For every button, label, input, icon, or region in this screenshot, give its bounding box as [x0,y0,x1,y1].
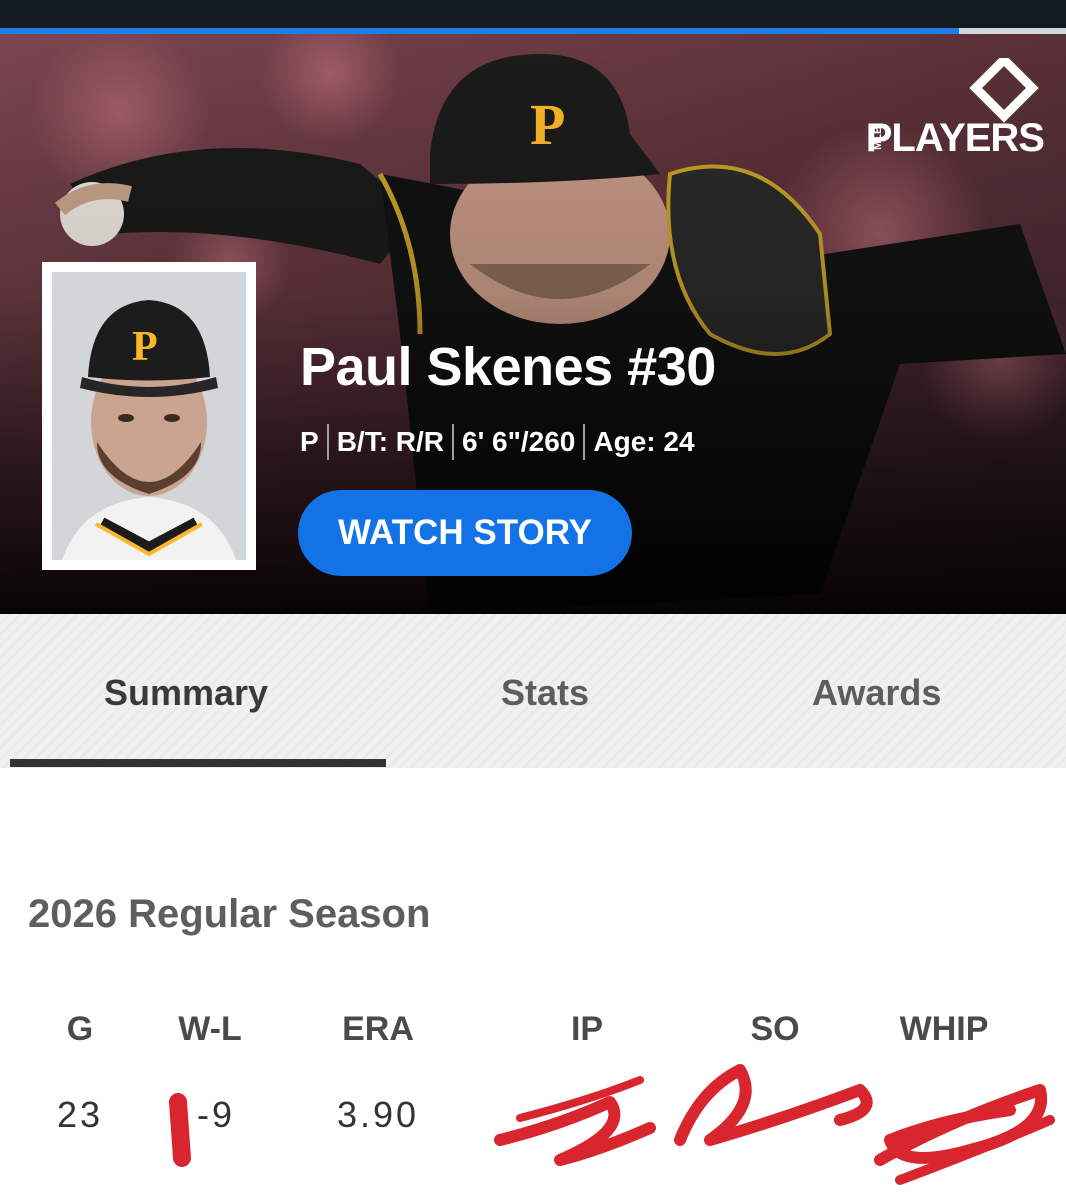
player-height-weight: 6' 6"/260 [462,426,576,457]
tab-awards[interactable]: Awards [812,672,941,714]
svg-text:P: P [132,324,158,370]
meta-divider [583,424,586,460]
player-name: Paul Skenes #30 [300,337,716,397]
player-hero-banner: P MLB PLAYERS P Paul S [0,34,1066,614]
stat-value-wl: -9 [196,1094,235,1135]
stat-header-wl: W-L [178,1010,242,1048]
player-headshot: P [42,262,256,570]
stat-header-so: SO [750,1010,800,1048]
logo-players-text: PLAYERS [865,116,1045,160]
stat-header-whip: WHIP [899,1010,989,1048]
stat-value-era: 3.90 [336,1094,420,1135]
watch-story-button[interactable]: WATCH STORY [298,490,632,576]
stat-header-era: ERA [342,1010,414,1048]
tab-stats[interactable]: Stats [501,672,589,714]
profile-tab-bar: Summary Stats Awards [0,614,1066,768]
tab-summary[interactable]: Summary [104,672,268,714]
status-bar [0,0,1066,28]
stat-header-ip: IP [570,1010,604,1048]
player-meta: P B/T: R/R 6' 6"/260 Age: 24 [300,424,695,460]
active-tab-indicator [10,759,386,767]
season-title: 2026 Regular Season [28,892,431,936]
headshot-photo: P [52,272,246,560]
player-bats-throws: B/T: R/R [336,426,445,457]
player-position: P [300,426,319,457]
meta-divider [452,424,455,460]
season-stats-table: G W-L ERA IP SO WHIP 23 -9 3.90 [0,1010,1066,1200]
meta-divider [326,424,329,460]
player-age: Age: 24 [593,426,695,457]
